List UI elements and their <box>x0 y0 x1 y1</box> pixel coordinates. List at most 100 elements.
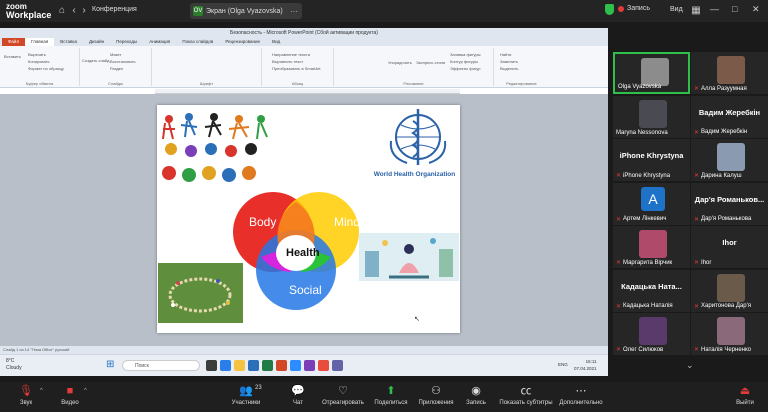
participant-tile[interactable]: ✕ Дарина Калуш <box>691 139 768 181</box>
participant-tile[interactable]: ✕ Харитонова Дар'я <box>691 269 768 312</box>
ppt-tab[interactable]: Показ слайдов <box>176 38 219 46</box>
select-button[interactable]: Выделить <box>500 66 518 71</box>
participant-tile[interactable]: ✕ Маргарита Вірчик <box>613 226 690 268</box>
slides-group-label: Слайды <box>108 81 123 86</box>
quick-styles-button[interactable]: Экспресс-стили <box>416 60 445 65</box>
windows-start-icon[interactable]: ⊞ <box>106 359 114 370</box>
ppt-tab[interactable]: Переходы <box>110 38 143 46</box>
layout-button[interactable]: Макет <box>110 52 121 57</box>
maximize-icon[interactable]: □ <box>732 4 737 14</box>
find-button[interactable]: Найти <box>500 52 511 57</box>
paste-button[interactable]: Вставить <box>4 54 21 59</box>
audio-options-icon[interactable]: ^ <box>40 388 43 394</box>
conference-label[interactable]: Конференция <box>92 6 137 13</box>
clock-date: 07.04.2021 <box>574 366 597 371</box>
venn-label-health: Health <box>286 247 320 259</box>
apps-button[interactable]: ⚇ Приложения <box>416 385 456 406</box>
replace-button[interactable]: Заменить <box>500 59 518 64</box>
participant-name-label: ✕ Дар'я Романькова <box>694 216 751 223</box>
smartart-button[interactable]: Преобразовать в SmartArt <box>272 66 321 71</box>
participant-tile[interactable]: A ✕ Артем Лінкевич <box>613 182 690 225</box>
copy-button[interactable]: Копировать <box>28 59 50 64</box>
leave-button[interactable]: ⏏ Выйти <box>734 385 756 406</box>
mic-muted-icon: ✕ <box>694 86 700 92</box>
arrange-button[interactable]: Упорядочить <box>388 60 412 65</box>
search-placeholder: Поиск <box>135 363 149 369</box>
more-button[interactable]: ⋯ Дополнительно <box>559 385 603 406</box>
participant-tile[interactable]: Кадацька Ната... ✕ Кадацька Наталія <box>613 269 690 312</box>
ppt-tab[interactable]: Рецензирование <box>219 38 266 46</box>
shape-effects-button[interactable]: Эффекты фигур <box>450 66 480 71</box>
home-icon[interactable]: ⌂ <box>56 5 68 17</box>
shape-outline-button[interactable]: Контур фигуры <box>450 59 478 64</box>
share-button[interactable]: ⬆ Поделиться <box>371 385 411 406</box>
excel-icon[interactable] <box>262 360 273 371</box>
shape-fill-button[interactable]: Заливка фигуры <box>450 52 481 57</box>
close-icon[interactable]: ✕ <box>752 4 760 15</box>
security-shield-icon[interactable] <box>605 4 614 15</box>
grid-view-icon[interactable]: ▦ <box>690 5 702 17</box>
drawing-group: Упорядочить Экспресс-стили Заливка фигур… <box>334 48 494 86</box>
taskbar-clock[interactable]: 16:11 07.04.2021 <box>574 358 597 372</box>
venn-label-social: Social <box>289 283 322 297</box>
participant-tile[interactable]: ✕ Алла Разуумная <box>691 52 768 94</box>
format-painter-button[interactable]: Формат по образцу <box>28 66 64 71</box>
react-button[interactable]: ♡ Отреагировать <box>318 385 368 406</box>
participant-name-label: Olga Vyazovska <box>618 84 661 90</box>
participant-tile[interactable]: Дар'я Романьков... ✕ Дар'я Романькова <box>691 182 768 225</box>
gallery-scroll-down-icon[interactable]: ⌄ <box>686 360 694 371</box>
participants-button[interactable]: 👥 Участники 23 <box>228 385 264 406</box>
apps-icon: ⚇ <box>431 385 441 397</box>
powerpoint-icon[interactable] <box>276 360 287 371</box>
participant-tile[interactable]: Ihor ✕ Ihor <box>691 226 768 268</box>
record-button[interactable]: ◉ Запись <box>463 385 489 406</box>
paragraph-group: Направление текста Выровнять текст Преоб… <box>262 48 334 86</box>
more-options-icon[interactable]: ⋯ <box>290 7 298 16</box>
participant-tile[interactable]: Maryna Nessonova <box>613 95 690 138</box>
audio-button[interactable]: 🎙 Звук <box>14 385 38 406</box>
ppt-tab[interactable]: Главная <box>25 38 55 46</box>
screen-share-pill[interactable]: OV Экран (Olga Vyazovska) ⋯ <box>190 3 302 19</box>
teams-icon[interactable] <box>332 360 343 371</box>
view-button[interactable]: Вид <box>670 6 683 13</box>
chat-button[interactable]: 💬 Чат <box>286 385 310 406</box>
cut-button[interactable]: Вырезать <box>28 52 46 57</box>
participant-tile[interactable]: Olga Vyazovska <box>613 52 690 94</box>
reset-button[interactable]: Восстановить <box>110 59 136 64</box>
new-slide-button[interactable]: Создать слайд <box>82 58 109 63</box>
task-view-icon[interactable] <box>206 360 217 371</box>
chrome-icon[interactable] <box>318 360 329 371</box>
video-options-icon[interactable]: ^ <box>84 388 87 394</box>
text-direction-button[interactable]: Направление текста <box>272 52 310 57</box>
ppt-tab[interactable]: Файл <box>2 38 26 46</box>
ppt-tab[interactable]: Вид <box>266 38 286 46</box>
participant-name-label: Maryna Nessonova <box>616 130 668 136</box>
ppt-tab[interactable]: Вставка <box>54 38 83 46</box>
participant-tile[interactable]: ✕ Наталія Черненко <box>691 313 768 355</box>
participant-display-name: Вадим Жеребкін <box>698 107 761 117</box>
recording-indicator[interactable]: Запись <box>618 5 650 12</box>
edge-icon[interactable] <box>220 360 231 371</box>
participant-tile[interactable]: ✕ Олег Силюков <box>613 313 690 355</box>
section-button[interactable]: Раздел <box>110 66 123 71</box>
share-screen-icon: ⬆ <box>386 385 396 397</box>
language-indicator[interactable]: ENG <box>558 362 568 367</box>
leave-icon: ⏏ <box>739 385 751 397</box>
participant-tile[interactable]: iPhone Khrystyna ✕ iPhone Khrystyna <box>613 139 690 181</box>
participant-tile[interactable]: Вадим Жеребкін ✕ Вадим Жеребкін <box>691 95 768 138</box>
video-button[interactable]: ■ Видео <box>58 385 82 406</box>
taskbar-search[interactable]: Поиск <box>122 360 200 371</box>
viber-icon[interactable] <box>304 360 315 371</box>
zoom-app-icon[interactable] <box>290 360 301 371</box>
share-label: Поделиться <box>374 400 408 406</box>
weather-widget[interactable]: 8°C Cloudy <box>6 358 22 372</box>
ppt-tab[interactable]: Дизайн <box>83 38 110 46</box>
ppt-tab[interactable]: Анимация <box>143 38 176 46</box>
word-icon[interactable] <box>248 360 259 371</box>
align-text-button[interactable]: Выровнять текст <box>272 59 303 64</box>
logo-line2: Workplace <box>6 10 52 20</box>
captions-button[interactable]: ㏄ Показать субтитры <box>497 385 555 406</box>
venn-label-body: Body <box>249 215 277 229</box>
minimize-icon[interactable]: — <box>710 4 719 14</box>
file-explorer-icon[interactable] <box>234 360 245 371</box>
